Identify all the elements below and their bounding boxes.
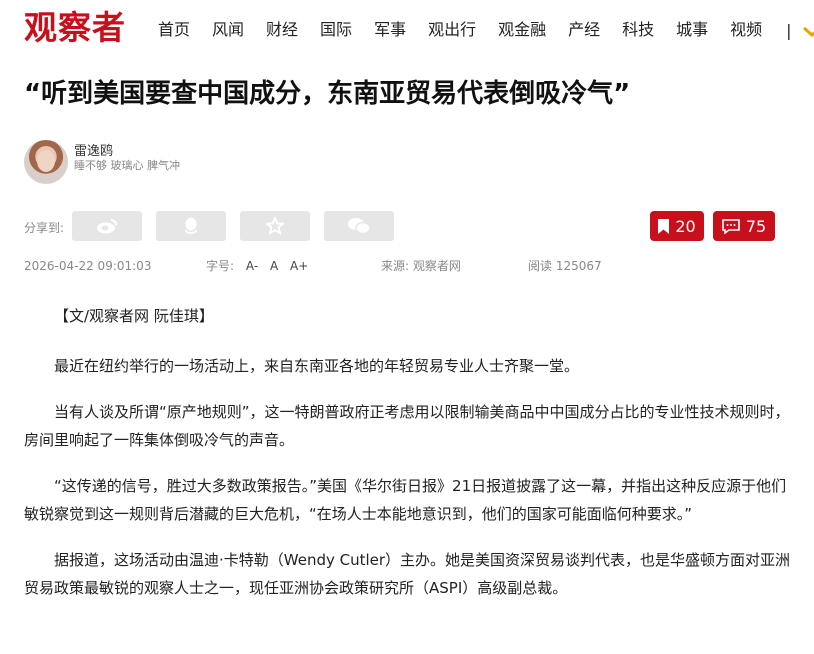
font-size-default-button[interactable]: A	[270, 259, 278, 273]
article-source: 来源: 观察者网	[381, 258, 461, 274]
font-size-control: 字号: A- A A+	[206, 258, 308, 274]
nav-item-tech[interactable]: 科技	[622, 18, 654, 42]
source-value: 观察者网	[412, 259, 461, 273]
share-qq-button[interactable]	[156, 211, 226, 241]
nav-item-video[interactable]: 视频	[730, 18, 762, 42]
star-icon	[266, 217, 284, 235]
weibo-icon	[97, 219, 117, 234]
favorites-count-button[interactable]: 20	[650, 211, 704, 241]
article-paragraph: 当有人谈及所谓“原产地规则”，这一特朗普政府正考虑用以限制输美商品中中国成分占比…	[24, 403, 790, 449]
nav-item-city[interactable]: 城事	[676, 18, 708, 42]
article-paragraph: 据报道，这场活动由温迪·卡特勒（Wendy Cutler）主办。她是美国资深贸易…	[24, 551, 791, 597]
article-paragraph: “这传递的信号，胜过大多数政策报告。”美国《华尔街日报》21日报道披露了这一幕，…	[24, 477, 787, 523]
article-byline: 【文/观察者网 阮佳琪】	[54, 307, 214, 325]
author-bio: 睡不够 玻璃心 脾气冲	[74, 159, 180, 172]
views-label: 阅读	[528, 259, 553, 273]
nav-item-international[interactable]: 国际	[320, 18, 352, 42]
site-logo[interactable]: 观察者	[24, 8, 126, 48]
qq-icon	[185, 217, 197, 234]
nav-item-finance[interactable]: 财经	[266, 18, 298, 42]
comments-count-button[interactable]: 75	[713, 211, 775, 241]
author-avatar[interactable]	[24, 140, 68, 184]
share-label: 分享到:	[24, 221, 65, 235]
views-value: 125067	[555, 259, 602, 273]
comment-icon	[722, 218, 740, 234]
publish-date: 2026-04-22 09:01:03	[24, 259, 152, 273]
nav-item-home[interactable]: 首页	[158, 18, 190, 42]
share-favorite-button[interactable]	[240, 211, 310, 241]
share-wechat-button[interactable]	[324, 211, 394, 241]
article-title: “听到美国要查中国成分，东南亚贸易代表倒吸冷气”	[24, 79, 631, 109]
source-label: 来源:	[381, 259, 410, 273]
nav-item-money[interactable]: 观金融	[498, 18, 546, 42]
bookmark-icon	[658, 218, 670, 234]
article-body: 【文/观察者网 阮佳琪】 最近在纽约举行的一场活动上，来自东南亚各地的年轻贸易专…	[24, 302, 796, 620]
comments-count: 75	[745, 216, 767, 236]
favorites-count: 20	[675, 216, 696, 236]
font-size-decrease-button[interactable]: A-	[246, 259, 258, 273]
nav-separator: |	[786, 20, 792, 40]
nav-item-industry[interactable]: 产经	[568, 18, 600, 42]
wechat-icon	[348, 218, 371, 235]
main-nav: 首页 风闻 财经 国际 军事 观出行 观金融 产经 科技 城事 视频 |	[158, 18, 814, 42]
nav-item-mobility[interactable]: 观出行	[428, 18, 476, 42]
share-weibo-button[interactable]	[72, 211, 142, 241]
nav-item-fengwen[interactable]: 风闻	[212, 18, 244, 42]
view-count: 阅读 125067	[528, 258, 602, 274]
top-navigation-bar: 观察者 首页 风闻 财经 国际 军事 观出行 观金融 产经 科技 城事 视频 |	[0, 0, 814, 58]
article-paragraph: 最近在纽约举行的一场活动上，来自东南亚各地的年轻贸易专业人士齐聚一堂。	[54, 357, 580, 375]
nav-more-chevron-icon[interactable]	[802, 23, 814, 37]
font-size-label: 字号:	[206, 259, 235, 273]
nav-item-military[interactable]: 军事	[374, 18, 406, 42]
font-size-increase-button[interactable]: A+	[290, 259, 308, 273]
